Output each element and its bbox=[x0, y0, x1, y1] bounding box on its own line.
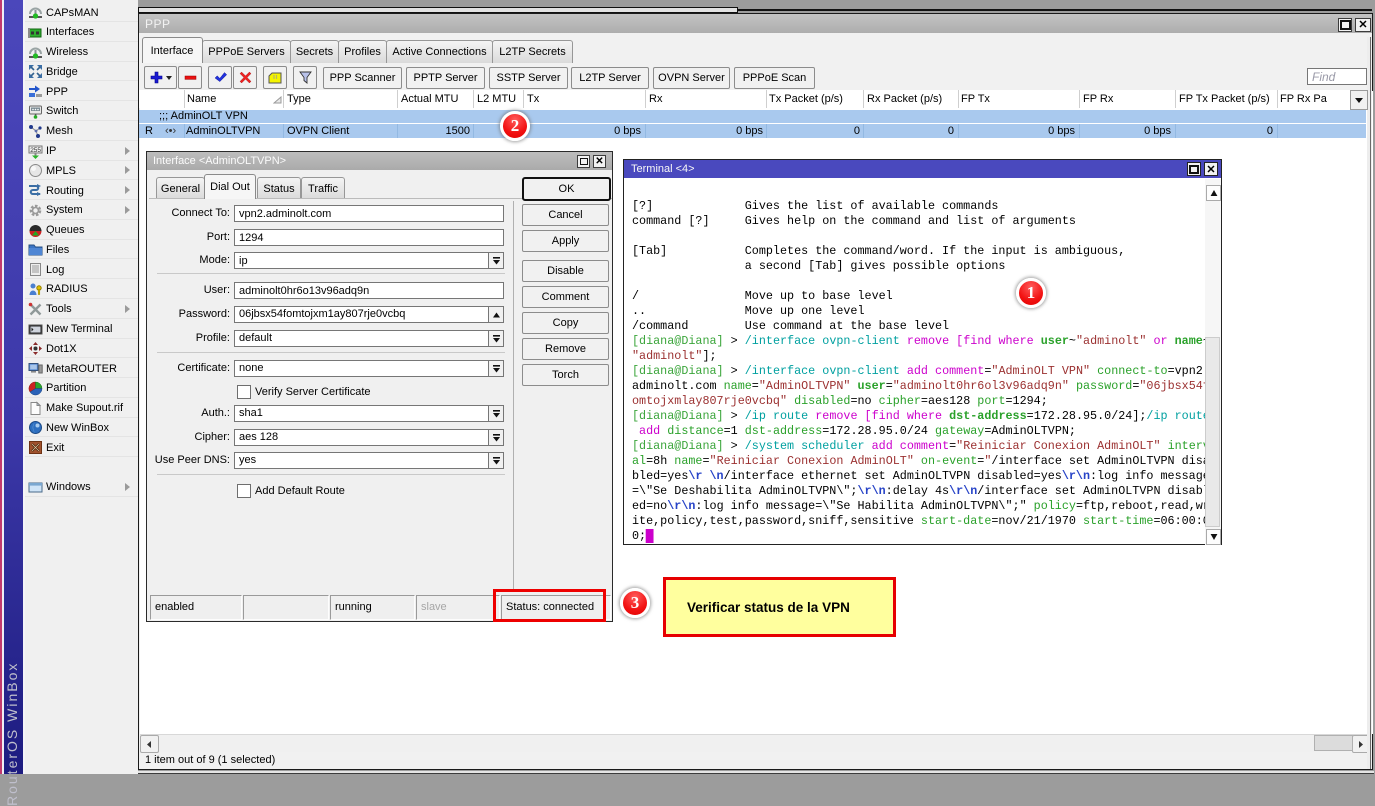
svg-text:255: 255 bbox=[30, 147, 41, 154]
